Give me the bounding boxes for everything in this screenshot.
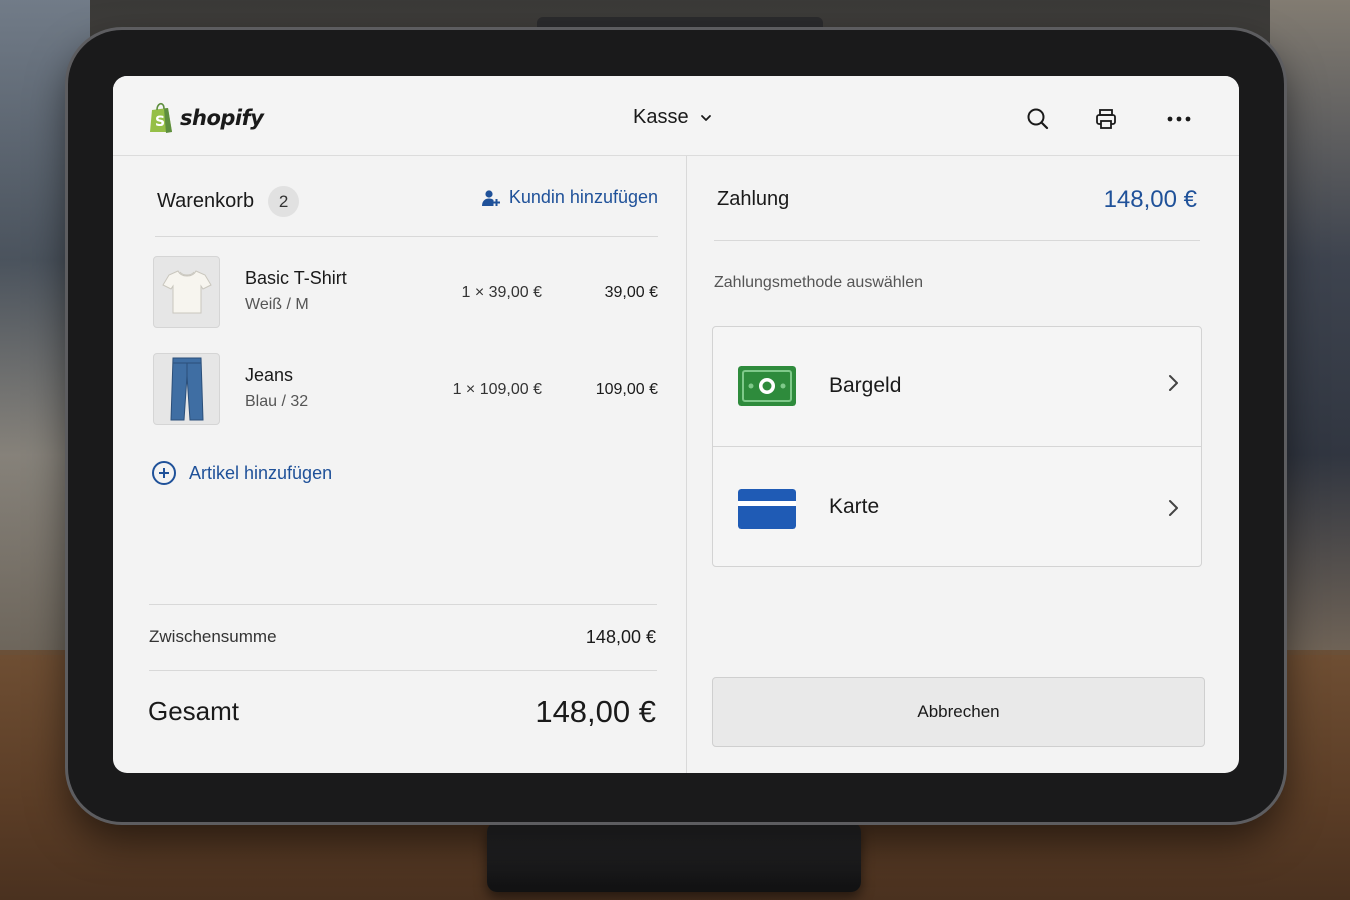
brand-name: shopify [180, 106, 264, 130]
subtotal-label: Zwischensumme [149, 627, 277, 646]
subtotal-value: 148,00 € [585, 627, 656, 647]
search-button[interactable] [1021, 102, 1055, 136]
shopify-bag-icon: S [150, 102, 172, 133]
printer-icon [1096, 109, 1116, 129]
payment-method-cash[interactable]: Bargeld [713, 327, 1201, 446]
item-total: 39,00 € [604, 284, 658, 301]
more-icon [1167, 116, 1191, 122]
more-options-button[interactable] [1162, 102, 1196, 136]
location-selector[interactable]: Kasse [633, 106, 713, 129]
summary-divider [149, 604, 657, 605]
pos-screen: S shopify Kasse Warenkorb 2 Kundin hinzu… [113, 76, 1239, 773]
payment-panel: Zahlung 148,00 € Zahlungsmethode auswähl… [687, 156, 1239, 773]
add-item-button[interactable]: Artikel hinzufügen [151, 460, 332, 486]
payment-title: Zahlung [717, 188, 790, 210]
cancel-button[interactable]: Abbrechen [712, 677, 1205, 747]
item-name: Basic T-Shirt [245, 268, 347, 288]
chevron-down-icon [700, 114, 711, 121]
location-label: Kasse [633, 106, 689, 128]
svg-text:S: S [155, 114, 165, 130]
payment-method-prompt: Zahlungsmethode auswählen [714, 274, 924, 291]
item-total: 109,00 € [595, 381, 658, 398]
cart-item[interactable]: Jeans Blau / 32 1 × 109,00 € 109,00 € [153, 353, 658, 427]
shopify-logo: S shopify [148, 102, 264, 134]
item-quantity-price: 1 × 109,00 € [452, 381, 542, 398]
add-customer-button[interactable]: Kundin hinzufügen [481, 187, 658, 208]
total-value: 148,00 € [535, 694, 656, 729]
cart-header-divider [155, 236, 658, 237]
print-button[interactable] [1089, 102, 1123, 136]
jeans-thumbnail [153, 353, 220, 425]
cart-title: Warenkorb [157, 190, 255, 212]
chevron-right-icon [1169, 375, 1178, 391]
item-variant: Blau / 32 [245, 393, 309, 410]
total-divider [149, 670, 657, 671]
search-icon [1027, 108, 1049, 130]
tshirt-thumbnail [153, 256, 220, 328]
cart-item[interactable]: Basic T-Shirt Weiß / M 1 × 39,00 € 39,00… [153, 256, 658, 330]
add-item-label: Artikel hinzufügen [189, 462, 333, 483]
payment-method-label: Karte [829, 495, 880, 518]
card-icon [738, 489, 796, 529]
add-customer-label: Kundin hinzufügen [508, 187, 658, 207]
item-name: Jeans [245, 365, 294, 385]
payment-method-label: Bargeld [829, 374, 902, 397]
plus-circle-icon [152, 461, 176, 485]
payment-header-divider [714, 240, 1200, 241]
item-quantity-price: 1 × 39,00 € [461, 284, 542, 301]
cash-icon [738, 366, 796, 406]
payment-methods-list: Bargeld Karte [712, 326, 1202, 567]
cart-panel: Warenkorb 2 Kundin hinzufügen Basic T-Sh… [113, 156, 686, 773]
jeans-icon [169, 357, 204, 421]
tshirt-icon [161, 270, 212, 314]
tablet-stand-base [487, 822, 861, 892]
total-label: Gesamt [148, 696, 240, 726]
payment-method-card[interactable]: Karte [713, 446, 1201, 565]
add-person-icon [481, 189, 500, 206]
chevron-right-icon [1169, 500, 1178, 516]
payment-amount: 148,00 € [1103, 186, 1197, 213]
cart-count-badge: 2 [268, 186, 300, 217]
cart-header: Warenkorb 2 [157, 186, 300, 217]
item-variant: Weiß / M [245, 296, 309, 313]
top-bar: S shopify Kasse [113, 76, 1239, 156]
